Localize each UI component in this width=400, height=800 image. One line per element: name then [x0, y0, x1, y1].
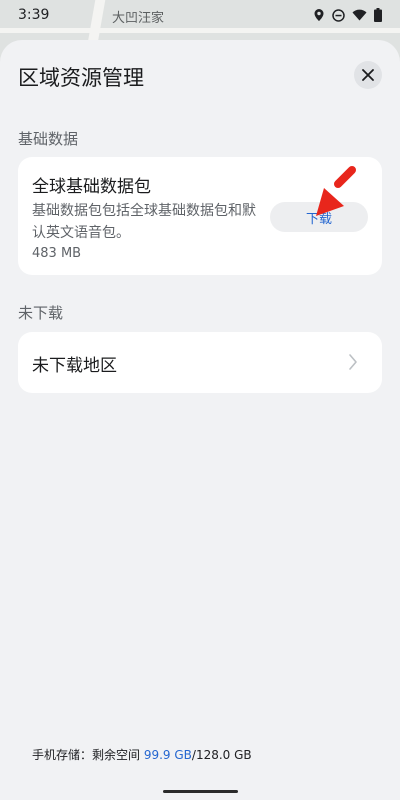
storage-info: 手机存储：剩余空间 99.9 GB/128.0 GB [32, 746, 252, 763]
not-downloaded-regions-item[interactable]: 未下载地区 [18, 332, 382, 393]
red-arrow-annotation-icon [316, 166, 356, 216]
section-label-not-downloaded: 未下载 [18, 304, 64, 322]
package-size: 483 MB [32, 246, 82, 261]
do-not-disturb-icon [332, 8, 345, 22]
status-icons [313, 8, 382, 22]
section-label-basic-data: 基础数据 [18, 130, 79, 148]
package-title: 全球基础数据包 [32, 177, 151, 197]
battery-icon [374, 8, 382, 22]
location-icon [313, 8, 325, 22]
page-title: 区域资源管理 [18, 66, 144, 90]
close-icon [362, 69, 374, 81]
storage-total: /128.0 GB [191, 748, 252, 762]
chevron-right-icon [349, 354, 357, 370]
close-button[interactable] [354, 61, 382, 89]
home-indicator[interactable] [163, 790, 238, 793]
storage-prefix: 手机存储：剩余空间 [32, 748, 144, 762]
storage-free: 99.9 GB [143, 748, 192, 762]
package-description: 基础数据包包括全球基础数据包和默认英文语音包。 [32, 203, 256, 241]
wifi-icon [352, 9, 367, 21]
not-downloaded-regions-label: 未下载地区 [32, 356, 117, 376]
status-bar: 3:39 [0, 0, 400, 30]
status-time: 3:39 [18, 7, 50, 23]
